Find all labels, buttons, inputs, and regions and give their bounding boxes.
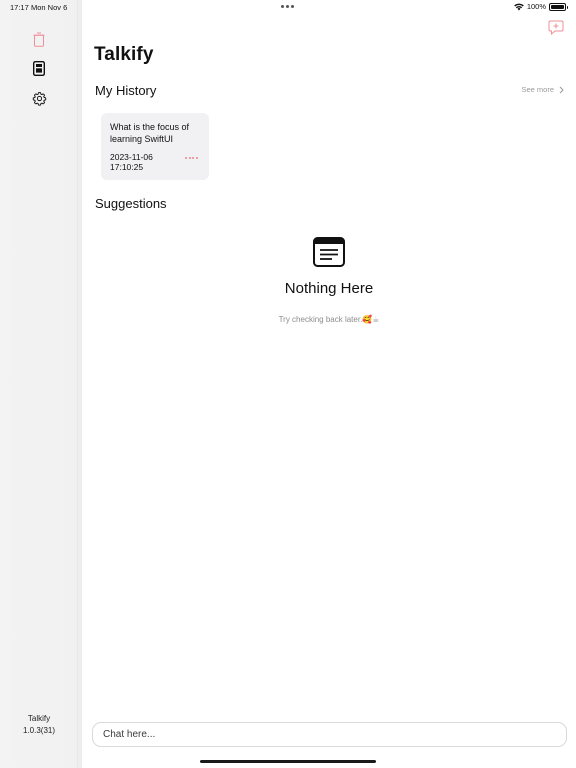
empty-state-subtitle: Try checking back later.🥰☕ [278,315,380,324]
app-screen: Talkify 1.0.3(31) 17:17 Mon Nov 6 100% T… [0,0,576,768]
trash-icon [33,32,45,47]
history-time: 17:10:25 [110,162,144,172]
multitasking-dots-icon[interactable] [281,5,294,8]
history-question: What is the focus of learning SwiftUI [110,122,190,144]
history-date: 2023-11-06 [110,152,153,162]
sidebar-item-history[interactable] [29,29,49,49]
suggestions-section-title: Suggestions [95,196,167,211]
gear-icon [32,91,46,106]
chevron-right-icon [559,86,564,93]
new-chat-icon [548,20,564,36]
new-chat-button[interactable] [548,20,564,36]
history-section-title: My History [95,83,157,98]
see-more-link[interactable]: See more [521,85,564,94]
history-card[interactable]: What is the focus of learning SwiftUI 20… [101,113,209,180]
status-indicators: 100% [514,2,568,11]
app-name-label: Talkify [27,714,51,723]
history-timestamp: 2023-11-06 17:10:25 [110,152,153,172]
home-indicator[interactable] [200,760,376,763]
app-version-label: 1.0.3(31) [22,726,56,735]
sidebar-divider [77,0,78,768]
empty-state-icon [313,237,345,267]
empty-state-title: Nothing Here [284,280,374,297]
chat-input[interactable] [92,722,567,747]
wifi-icon [514,3,524,10]
status-date: Mon Nov 6 [31,3,68,12]
more-options-icon[interactable] [185,157,198,159]
sidebar: Talkify 1.0.3(31) [0,0,82,768]
sidebar-footer: Talkify 1.0.3(31) [0,713,78,737]
status-time: 17:17 [10,3,29,12]
battery-icon [549,2,568,11]
sidebar-item-settings[interactable] [29,88,49,108]
see-more-label: See more [521,85,554,94]
battery-percent: 100% [526,2,546,11]
document-icon [33,60,45,76]
sidebar-item-prompts[interactable] [29,58,49,78]
page-title: Talkify [94,44,154,65]
